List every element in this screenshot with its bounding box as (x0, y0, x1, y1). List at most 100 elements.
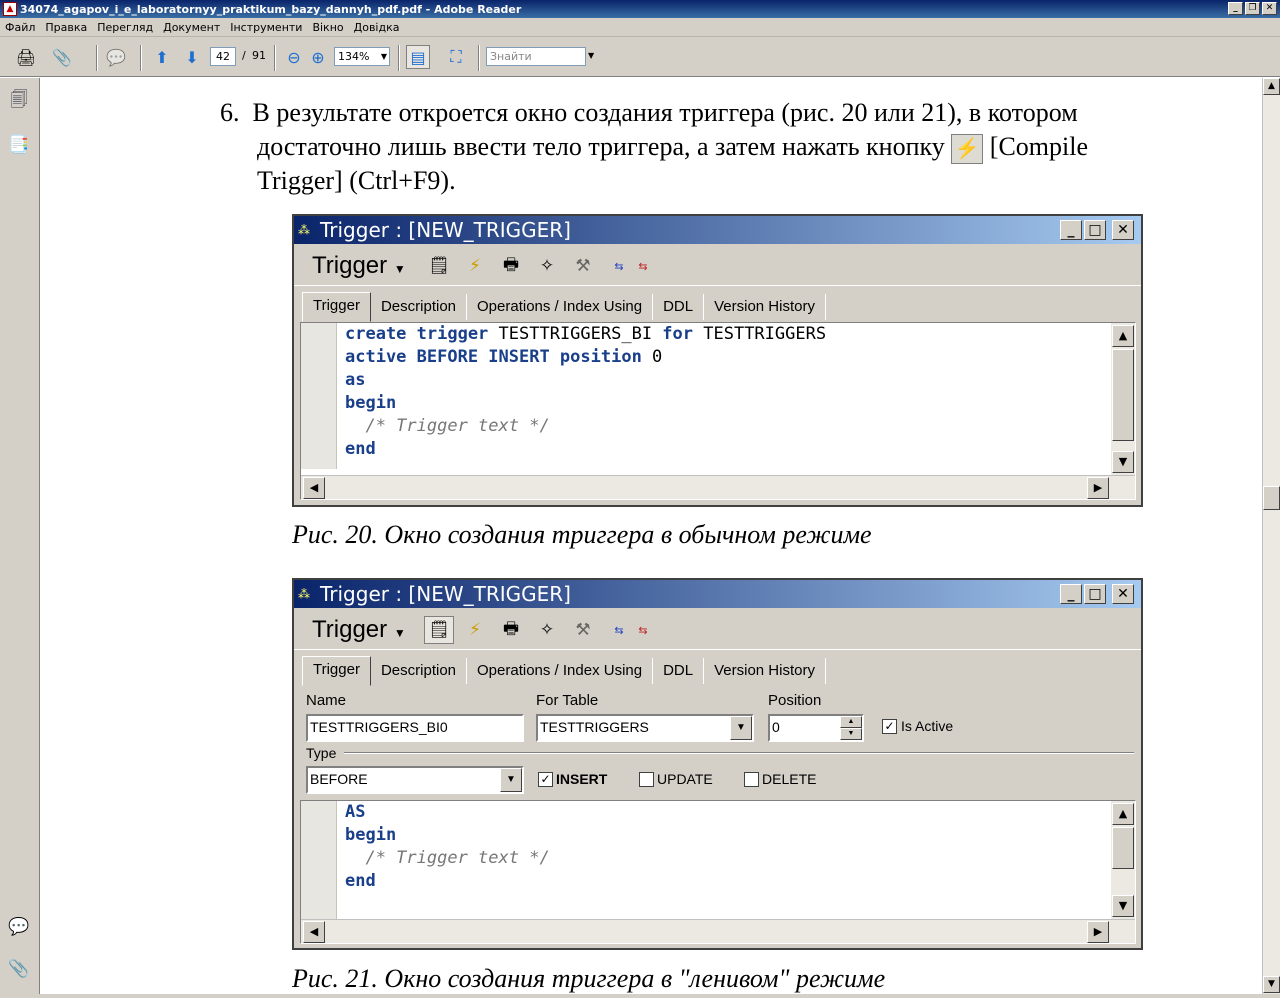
scroll-up-button[interactable]: ▲ (1263, 78, 1280, 95)
figure-21-window: ⁂ Trigger : [NEW_TRIGGER] _ □ ✕ Trigger … (292, 578, 1143, 950)
fig2-minimize-button: _ (1060, 584, 1082, 604)
fig1-code: create trigger TESTTRIGGERS_BI for TESTT… (345, 324, 827, 459)
type-divider (344, 752, 1134, 754)
print-icon[interactable]: 🖨 (14, 45, 38, 69)
scroll-left-icon: ◀ (303, 477, 325, 499)
minimize-button[interactable]: _ (1228, 2, 1243, 15)
ibexpert-icon: ⁂ (298, 587, 310, 601)
tab-trigger: Trigger (302, 656, 371, 686)
fig1-gutter (301, 323, 337, 469)
menu-document[interactable]: Документ (158, 21, 225, 34)
scroll-left-icon: ◀ (303, 921, 325, 943)
paragraph-line-3: Trigger] (Ctrl+F9). (257, 166, 456, 196)
page-number-input[interactable]: 42 (210, 47, 236, 66)
scroll-down-button[interactable]: ▼ (1263, 976, 1280, 993)
tab-ddl: DDL (653, 294, 705, 320)
unindent-icon: ⇆ (638, 623, 648, 637)
stepper-down-icon: ▼ (840, 728, 862, 740)
fig1-hscrollbar: ◀ ▶ (301, 475, 1135, 499)
position-label: Position (768, 692, 822, 709)
tab-operations: Operations / Index Using (467, 294, 654, 320)
pages-icon[interactable]: 🗐 (8, 90, 30, 112)
print-icon: 🖶 (502, 254, 520, 275)
scroll-thumb[interactable] (1263, 486, 1280, 510)
menu-file[interactable]: Файл (0, 21, 40, 34)
menu-help[interactable]: Довідка (349, 21, 405, 34)
tab-operations: Operations / Index Using (467, 658, 654, 684)
zoom-in-icon[interactable]: ⊕ (306, 45, 330, 69)
comment-tool-icon[interactable]: 💬 (104, 45, 128, 69)
position-stepper: 0 ▲ ▼ (768, 714, 864, 742)
chevron-down-icon: ▼ (500, 768, 522, 792)
type-select: BEFORE ▼ (306, 766, 524, 794)
fig2-code-editor: AS begin /* Trigger text */ end ▲ ▼ ◀ ▶ (300, 800, 1136, 944)
caption-figure-21: Рис. 21. Окно создания триггера в "ленив… (292, 964, 886, 993)
fit-width-icon[interactable]: ▤ (406, 45, 430, 69)
caption-figure-20: Рис. 20. Окно создания триггера в обычно… (292, 520, 872, 549)
scroll-down-icon: ▼ (1112, 451, 1134, 473)
fig1-close-button: ✕ (1112, 220, 1134, 240)
navigation-panel: 🗐 📑 💬 📎 (0, 78, 40, 994)
next-page-icon[interactable]: ⬇ (180, 45, 204, 69)
fig1-code-editor: create trigger TESTTRIGGERS_BI for TESTT… (300, 322, 1136, 500)
document-scrollbar[interactable]: ▲ ▼ (1262, 78, 1280, 994)
lazy-mode-icon: 🗒 (424, 616, 454, 644)
fig1-minimize-button: _ (1060, 220, 1082, 240)
unindent-icon: ⇆ (638, 259, 648, 273)
fig1-trigger-dropdown: Trigger ▼ (312, 252, 406, 279)
update-checkbox (639, 772, 654, 787)
fig2-scroll-thumb (1112, 827, 1134, 869)
for-table-select: TESTTRIGGERS ▼ (536, 714, 754, 742)
paragraph-line-2-end: [Compile (989, 132, 1088, 161)
zoom-out-icon[interactable]: ⊖ (282, 45, 306, 69)
figure-20-window: ⁂ Trigger : [NEW_TRIGGER] _ □ ✕ Trigger … (292, 214, 1143, 507)
fig2-gutter (301, 801, 337, 919)
insert-label: INSERT (556, 771, 608, 787)
tab-version-history: Version History (704, 658, 826, 684)
restore-button[interactable]: ❐ (1245, 2, 1260, 15)
name-label: Name (306, 692, 347, 709)
fig2-editor-scrollbar: ▲ ▼ (1111, 801, 1135, 919)
tools-icon: ⚒ (575, 620, 591, 640)
page-separator: / (242, 49, 246, 62)
menu-bar: Файл Правка Перегляд Документ Інструмент… (0, 18, 1280, 37)
fit-page-icon[interactable]: ⛶ (444, 45, 468, 69)
tab-version-history: Version History (704, 294, 826, 320)
insert-checkbox: ✓ (538, 772, 553, 787)
delete-checkbox (744, 772, 759, 787)
fig1-toolbar: Trigger ▼ 🗒 ⚡ 🖶 ✧ ⚒ ⇆ ⇆ (294, 244, 1141, 286)
name-field: TESTTRIGGERS_BI0 (306, 714, 524, 742)
attachments-icon[interactable]: 📎 (8, 958, 30, 980)
paragraph-line-2: достаточно лишь ввести тело триггера, а … (257, 132, 945, 161)
bookmarks-icon[interactable]: 📑 (8, 134, 30, 156)
figure-21-title: Trigger : [NEW_TRIGGER] (320, 582, 571, 606)
chevron-down-icon: ▼ (730, 716, 752, 740)
search-options-icon[interactable]: ▼ (588, 51, 594, 60)
fig1-editor-scrollbar: ▲ ▼ (1111, 323, 1135, 475)
tab-description: Description (371, 658, 467, 684)
scroll-up-icon: ▲ (1112, 803, 1134, 825)
chevron-down-icon: ▼ (393, 626, 406, 640)
search-input[interactable]: Знайти (486, 47, 586, 66)
delete-label: DELETE (762, 771, 817, 787)
menu-view[interactable]: Перегляд (92, 21, 158, 34)
fig2-hscrollbar: ◀ ▶ (301, 919, 1135, 943)
menu-window[interactable]: Вікно (307, 21, 348, 34)
step-number: 6. (220, 98, 240, 127)
close-button[interactable]: ✕ (1262, 2, 1277, 15)
figure-20-titlebar: ⁂ Trigger : [NEW_TRIGGER] _ □ ✕ (294, 216, 1141, 244)
chevron-down-icon: ▼ (380, 52, 387, 61)
share-icon[interactable]: 📎 (50, 45, 74, 69)
compile-icon: ⚡ (469, 620, 481, 640)
menu-edit[interactable]: Правка (40, 21, 92, 34)
compile-icon: ⚡ (469, 256, 481, 276)
zoom-select[interactable]: 134% ▼ (334, 47, 390, 66)
window-title: 34074_agapov_i_e_laboratornyy_praktikum_… (20, 2, 522, 16)
menu-tools[interactable]: Інструменти (225, 21, 307, 34)
is-active-checkbox: ✓ (882, 719, 897, 734)
ibexpert-icon: ⁂ (298, 223, 310, 237)
prev-page-icon[interactable]: ⬆ (150, 45, 174, 69)
fig1-scroll-thumb (1112, 349, 1134, 441)
update-label: UPDATE (657, 771, 713, 787)
comments-icon[interactable]: 💬 (8, 916, 30, 938)
